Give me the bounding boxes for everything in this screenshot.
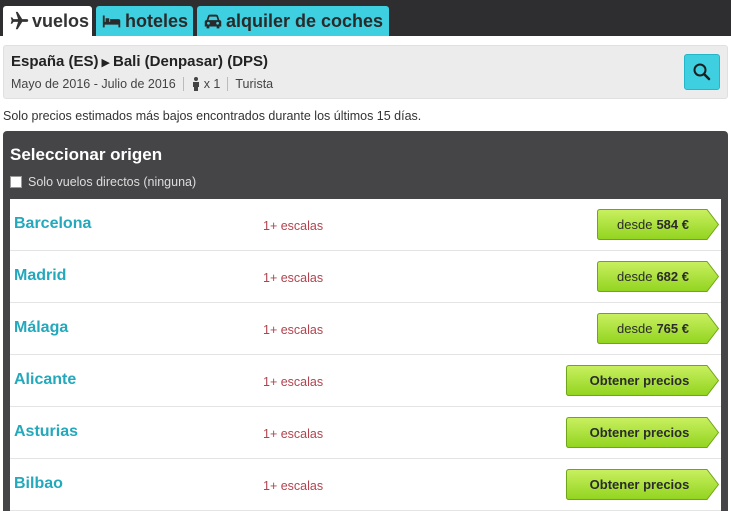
button-label: Obtener precios	[566, 417, 709, 448]
button-label: desde 584 €	[597, 209, 709, 240]
origin-city-link[interactable]: Asturias	[14, 423, 78, 441]
origin-row[interactable]: Málaga 1+ escalas desde 765 €	[10, 303, 721, 355]
get-prices-label: Obtener precios	[589, 373, 690, 388]
panel-title: Seleccionar origen	[10, 145, 163, 164]
price-prefix: desde	[617, 321, 653, 336]
get-prices-button[interactable]: Obtener precios	[566, 417, 719, 448]
origin-city-link[interactable]: Málaga	[14, 319, 68, 337]
price-prefix: desde	[617, 269, 653, 284]
origin-row[interactable]: Madrid 1+ escalas desde 682 €	[10, 251, 721, 303]
origin-row[interactable]: Asturias 1+ escalas Obtener precios	[10, 407, 721, 459]
stops-label: 1+ escalas	[263, 271, 324, 285]
direct-flights-checkbox[interactable]	[10, 176, 22, 188]
button-label: desde 765 €	[597, 313, 709, 344]
tab-vuelos[interactable]: vuelos	[3, 6, 92, 36]
button-label: Obtener precios	[566, 365, 709, 396]
origin-row[interactable]: Barcelona 1+ escalas desde 584 €	[10, 199, 721, 251]
tab-label: alquiler de coches	[226, 10, 384, 31]
direct-flights-toggle[interactable]: Solo vuelos directos (ninguna)	[10, 175, 196, 189]
origin: España (ES)	[11, 53, 99, 70]
tab-hoteles[interactable]: hoteles	[96, 6, 193, 36]
route-title: España (ES) ▶ Bali (Denpasar) (DPS)	[11, 53, 268, 70]
search-icon	[693, 63, 711, 81]
arrow-right-icon: ▶	[101, 57, 110, 69]
price-button[interactable]: desde 682 €	[597, 261, 719, 292]
car-icon	[204, 14, 222, 29]
origin-row[interactable]: Bilbao 1+ escalas Obtener precios	[10, 459, 721, 511]
tab-alquiler-de-coches[interactable]: alquiler de coches	[197, 6, 389, 36]
origin-city-link[interactable]: Alicante	[14, 371, 76, 389]
search-button[interactable]	[684, 54, 720, 90]
person-icon	[192, 77, 199, 91]
origin-city-link[interactable]: Bilbao	[14, 475, 63, 493]
stops-label: 1+ escalas	[263, 427, 324, 441]
price-value: 584 €	[656, 217, 689, 232]
tab-bar: vuelos hoteles alquiler de coches	[0, 0, 731, 36]
bed-icon	[102, 15, 121, 28]
search-summary[interactable]: España (ES) ▶ Bali (Denpasar) (DPS) Mayo d…	[3, 45, 728, 99]
get-prices-button[interactable]: Obtener precios	[566, 469, 719, 500]
tab-label: vuelos	[32, 10, 90, 31]
price-prefix: desde	[617, 217, 653, 232]
price-button[interactable]: desde 765 €	[597, 313, 719, 344]
divider	[227, 77, 229, 91]
stops-label: 1+ escalas	[263, 219, 324, 233]
price-disclaimer: Solo precios estimados más bajos encontr…	[3, 109, 422, 123]
price-value: 682 €	[656, 269, 689, 284]
origin-panel: Seleccionar origen Solo vuelos directos …	[3, 131, 728, 511]
price-button[interactable]: desde 584 €	[597, 209, 719, 240]
passenger-count: x 1	[203, 77, 221, 91]
divider	[182, 77, 184, 91]
get-prices-label: Obtener precios	[589, 477, 690, 492]
button-label: Obtener precios	[566, 469, 709, 500]
price-value: 765 €	[656, 321, 689, 336]
origin-city-link[interactable]: Barcelona	[14, 215, 91, 233]
stops-label: 1+ escalas	[263, 375, 324, 389]
direct-flights-label: Solo vuelos directos (ninguna)	[28, 175, 197, 189]
get-prices-label: Obtener precios	[589, 425, 690, 440]
cabin-class: Turista	[235, 77, 274, 91]
airplane-icon	[10, 11, 29, 30]
origin-city-link[interactable]: Madrid	[14, 267, 66, 285]
destination: Bali (Denpasar) (DPS)	[113, 53, 269, 70]
origin-list: Barcelona 1+ escalas desde 584 € Madrid 1+ es…	[10, 199, 721, 511]
stops-label: 1+ escalas	[263, 323, 324, 337]
stops-label: 1+ escalas	[263, 479, 324, 493]
get-prices-button[interactable]: Obtener precios	[566, 365, 719, 396]
date-range: Mayo de 2016 - Julio de 2016	[11, 77, 176, 91]
tab-label: hoteles	[125, 10, 189, 31]
search-meta: Mayo de 2016 - Julio de 2016 x 1 Turista	[11, 77, 273, 91]
button-label: desde 682 €	[597, 261, 709, 292]
origin-row[interactable]: Alicante 1+ escalas Obtener precios	[10, 355, 721, 407]
